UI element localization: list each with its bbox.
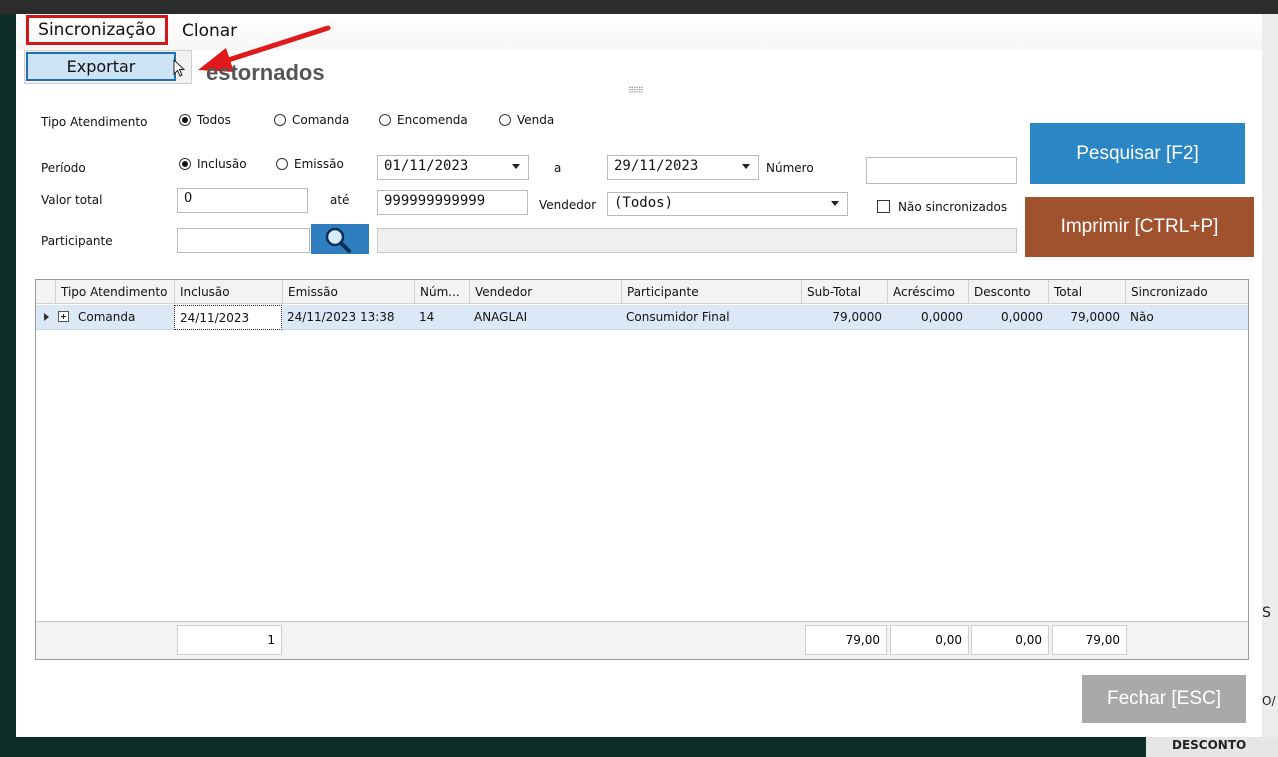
grip-handle[interactable]: ⠿⠿⠿ — [628, 86, 644, 95]
numero-label: Número — [766, 161, 814, 175]
radio-indicator — [179, 114, 191, 126]
footer-subtotal: 79,00 — [805, 625, 887, 655]
background-top-bar — [0, 0, 1278, 14]
radio-indicator — [276, 158, 288, 170]
column-header-total[interactable]: Total — [1048, 280, 1125, 304]
row-indicator-icon — [44, 313, 49, 321]
column-header-participante[interactable]: Participante — [621, 280, 801, 304]
radio-indicator — [274, 114, 286, 126]
background-text-fragment: O/ — [1262, 694, 1276, 708]
date-from-value: 01/11/2023 — [384, 158, 469, 174]
participante-name-display — [377, 228, 1017, 253]
radio-label: Emissão — [294, 157, 344, 171]
radio-indicator — [499, 114, 511, 126]
background-right-strip — [1262, 14, 1278, 737]
numero-input[interactable] — [866, 157, 1017, 184]
background-left-strip — [0, 14, 16, 757]
radio-comanda[interactable]: Comanda — [274, 113, 349, 127]
search-icon — [325, 227, 351, 253]
column-header-desconto[interactable]: Desconto — [968, 280, 1048, 304]
column-header-emissao[interactable]: Emissão — [282, 280, 414, 304]
column-header-sincronizado[interactable]: Sincronizado — [1125, 280, 1248, 304]
cell-vendedor[interactable]: ANAGLAI — [469, 305, 621, 330]
footer-acrescimo: 0,00 — [890, 625, 969, 655]
radio-indicator — [379, 114, 391, 126]
date-from-picker[interactable]: 01/11/2023 — [377, 155, 529, 180]
radio-label: Comanda — [292, 113, 350, 127]
date-to-value: 29/11/2023 — [614, 158, 699, 174]
radio-label: Inclusão — [197, 157, 247, 171]
chevron-down-icon[interactable] — [512, 164, 520, 169]
cell-total[interactable]: 79,0000 — [1048, 305, 1125, 330]
cell-desconto[interactable]: 0,0000 — [968, 305, 1048, 330]
imprimir-button[interactable]: Imprimir [CTRL+P] — [1025, 197, 1254, 257]
radio-indicator — [179, 158, 191, 170]
cell-sincronizado[interactable]: Não — [1125, 305, 1248, 330]
participante-input[interactable] — [177, 228, 310, 253]
cell-acrescimo[interactable]: 0,0000 — [887, 305, 968, 330]
nao-sincronizados-checkbox[interactable] — [877, 200, 890, 213]
cell-inclusao[interactable]: 24/11/2023 — [174, 305, 282, 330]
pesquisar-button[interactable]: Pesquisar [F2] — [1030, 123, 1245, 184]
vendedor-select[interactable]: (Todos) — [607, 192, 848, 216]
column-header-vendedor[interactable]: Vendedor — [469, 280, 621, 304]
radio-label: Encomenda — [397, 113, 468, 127]
vendedor-label: Vendedor — [539, 198, 597, 212]
radio-emissao[interactable]: Emissão — [276, 157, 344, 171]
chevron-down-icon[interactable] — [831, 201, 839, 206]
radio-label: Venda — [517, 113, 555, 127]
chevron-down-icon[interactable] — [742, 164, 750, 169]
footer-total: 79,00 — [1052, 625, 1127, 655]
participante-search-button[interactable] — [311, 224, 369, 254]
cell-tipo[interactable]: Comanda — [73, 305, 174, 330]
ate-label: até — [330, 193, 350, 207]
column-header-tipo[interactable]: Tipo Atendimento — [55, 280, 174, 304]
column-header-inclusao[interactable]: Inclusão — [174, 280, 282, 304]
radio-label: Todos — [197, 113, 231, 127]
cell-numero[interactable]: 14 — [414, 305, 469, 330]
results-grid[interactable] — [35, 279, 1249, 660]
column-header-subtotal[interactable]: Sub-Total — [801, 280, 887, 304]
valor-max-input[interactable]: 999999999999 — [377, 190, 528, 215]
cell-participante[interactable]: Consumidor Final — [621, 305, 801, 330]
expand-row-icon[interactable] — [58, 311, 69, 322]
radio-venda[interactable]: Venda — [499, 113, 554, 127]
vendedor-value: (Todos) — [614, 195, 674, 211]
participante-label: Participante — [41, 234, 113, 248]
fechar-button[interactable]: Fechar [ESC] — [1082, 675, 1246, 723]
background-desconto-label: DESCONTO — [1172, 738, 1247, 752]
date-to-picker[interactable]: 29/11/2023 — [607, 155, 759, 180]
menu-item-exportar[interactable]: Exportar — [26, 52, 176, 81]
menu-sincronizacao[interactable]: Sincronização — [26, 15, 168, 45]
radio-inclusao[interactable]: Inclusão — [179, 157, 247, 171]
footer-desconto: 0,00 — [971, 625, 1049, 655]
column-header-acrescimo[interactable]: Acréscimo — [887, 280, 968, 304]
page-title: estornados — [206, 60, 325, 85]
valor-total-label: Valor total — [41, 193, 103, 207]
periodo-label: Período — [41, 161, 86, 175]
background-bottom-strip — [0, 737, 1278, 757]
column-header-numero[interactable]: Núm... — [414, 280, 469, 304]
cell-subtotal[interactable]: 79,0000 — [801, 305, 887, 330]
radio-todos[interactable]: Todos — [179, 113, 231, 127]
valor-min-input[interactable]: 0 — [177, 188, 308, 213]
background-text-fragment: S — [1262, 605, 1271, 621]
nao-sincronizados-label: Não sincronizados — [898, 200, 1008, 214]
footer-count: 1 — [177, 625, 282, 655]
cell-emissao[interactable]: 24/11/2023 13:38 — [282, 305, 414, 330]
date-range-separator: a — [554, 161, 562, 175]
radio-encomenda[interactable]: Encomenda — [379, 113, 468, 127]
tipo-atendimento-label: Tipo Atendimento — [41, 115, 148, 129]
